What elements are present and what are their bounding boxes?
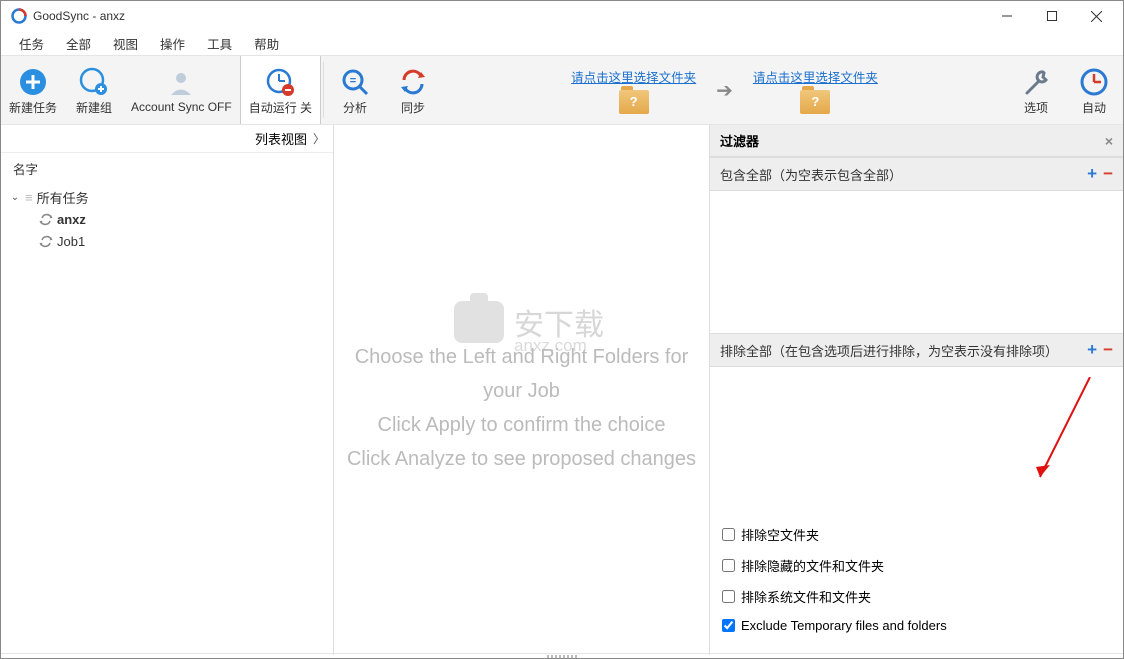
sync-button[interactable]: 同步 [384,56,442,124]
menu-help[interactable]: 帮助 [246,31,287,56]
wrench-icon [1021,65,1051,99]
right-folder-link[interactable]: 请点击这里选择文件夹 [753,67,878,86]
job-label: anxz [57,212,86,227]
new-task-button[interactable]: 新建任务 [1,56,65,124]
exclude-label: 排除全部（在包含选项后进行排除，为空表示没有排除项） [720,341,1087,360]
camera-icon [454,301,504,343]
left-folder-icon[interactable]: ? [619,90,649,114]
chevron-right-icon: 〉 [313,130,325,147]
refresh-icon [39,234,53,248]
list-lines-icon: ≡ [25,190,33,205]
menu-operate[interactable]: 操作 [152,31,193,56]
filter-panel-header: 过滤器 × [710,125,1123,157]
arrow-right-icon: ➔ [716,78,733,103]
tree-root-label: 所有任务 [37,188,89,207]
center-instructions: Choose the Left and Right Folders for yo… [334,340,709,476]
exclude-remove-button[interactable]: − [1103,340,1113,360]
include-label: 包含全部（为空表示包含全部） [720,165,1087,184]
menu-tools[interactable]: 工具 [199,31,240,56]
check-empty-folders[interactable]: 排除空文件夹 [722,525,1111,544]
filter-checkboxes: 排除空文件夹 排除隐藏的文件和文件夹 排除系统文件和文件夹 Exclude Te… [710,517,1123,641]
minimize-button[interactable] [984,2,1029,31]
account-sync-button[interactable]: Account Sync OFF [123,56,240,124]
clock-icon [1079,65,1109,99]
toolbar: 新建任务 新建组 Account Sync OFF 自动运行 关 = 分析 同步… [1,55,1123,125]
new-group-button[interactable]: 新建组 [65,56,123,124]
menu-view[interactable]: 视图 [105,31,146,56]
new-task-label: 新建任务 [9,99,57,116]
plus-circle-icon [18,65,48,99]
magnifier-icon: = [340,65,370,99]
tree-job-anxz[interactable]: anxz [9,208,325,230]
collapse-icon[interactable]: ⌄ [9,192,21,203]
right-folder-icon[interactable]: ? [800,90,830,114]
sync-label: 同步 [401,99,425,116]
titlebar: GoodSync - anxz [1,1,1123,31]
user-icon [166,66,196,100]
viewmode-label: 列表视图 [255,129,307,148]
maximize-button[interactable] [1029,2,1074,31]
job-label: Job1 [57,234,85,249]
auto-label: 自动 [1082,99,1106,116]
options-button[interactable]: 选项 [1007,56,1065,124]
include-list[interactable] [710,191,1123,333]
job-tree: ⌄ ≡ 所有任务 anxz Job1 [1,182,333,256]
autorun-label: 自动运行 关 [249,99,312,116]
exclude-section-header: 排除全部（在包含选项后进行排除，为空表示没有排除项） + − [710,333,1123,367]
menubar: 任务 全部 视图 操作 工具 帮助 [1,31,1123,55]
new-group-icon [79,65,109,99]
check-hidden[interactable]: 排除隐藏的文件和文件夹 [722,556,1111,575]
toolbar-separator [323,62,324,118]
bottom-grip[interactable] [1,653,1123,658]
content-area: 列表视图 〉 名字 ⌄ ≡ 所有任务 anxz Job1 [1,125,1123,655]
new-group-label: 新建组 [76,99,112,116]
include-add-button[interactable]: + [1087,164,1097,184]
menu-tasks[interactable]: 任务 [11,31,52,56]
svg-text:=: = [350,75,356,87]
filter-title-label: 过滤器 [720,131,759,150]
grip-icon [547,655,577,658]
exclude-list[interactable] [710,367,1123,517]
instruction-line2: Click Apply to confirm the choice [334,408,709,442]
instruction-line1: Choose the Left and Right Folders for yo… [334,340,709,408]
account-sync-label: Account Sync OFF [131,100,232,114]
check-system[interactable]: 排除系统文件和文件夹 [722,587,1111,606]
app-logo-icon [11,8,27,24]
options-label: 选项 [1024,99,1048,116]
sidebar-viewmode[interactable]: 列表视图 〉 [1,125,333,153]
main-area: 安下载 anxz.com Choose the Left and Right F… [334,125,1123,655]
watermark: 安下载 anxz.com [454,300,604,344]
folder-selector-area: 请点击这里选择文件夹 ? ➔ 请点击这里选择文件夹 ? [442,56,1007,124]
analyze-button[interactable]: = 分析 [326,56,384,124]
close-panel-icon[interactable]: × [1105,133,1113,149]
sync-icon [398,65,428,99]
red-arrow-annotation [1020,377,1100,497]
center-pane: 安下载 anxz.com Choose the Left and Right F… [334,125,710,655]
refresh-icon [39,212,53,226]
include-section-header: 包含全部（为空表示包含全部） + − [710,157,1123,191]
auto-button[interactable]: 自动 [1065,56,1123,124]
autorun-button[interactable]: 自动运行 关 [240,56,321,124]
instruction-line3: Click Analyze to see proposed changes [334,442,709,476]
tree-root[interactable]: ⌄ ≡ 所有任务 [9,186,325,208]
left-folder-link[interactable]: 请点击这里选择文件夹 [571,67,696,86]
tree-job-job1[interactable]: Job1 [9,230,325,252]
include-remove-button[interactable]: − [1103,164,1113,184]
window-title: GoodSync - anxz [33,9,125,23]
sidebar: 列表视图 〉 名字 ⌄ ≡ 所有任务 anxz Job1 [1,125,334,655]
analyze-label: 分析 [343,99,367,116]
check-temp[interactable]: Exclude Temporary files and folders [722,618,1111,633]
close-button[interactable] [1074,2,1119,31]
exclude-add-button[interactable]: + [1087,340,1097,360]
filter-panel: 过滤器 × 包含全部（为空表示包含全部） + − 排除全部（在包含选项后进行排除… [710,125,1123,655]
clock-autorun-icon [265,65,295,99]
column-header-name[interactable]: 名字 [1,153,333,182]
menu-all[interactable]: 全部 [58,31,99,56]
